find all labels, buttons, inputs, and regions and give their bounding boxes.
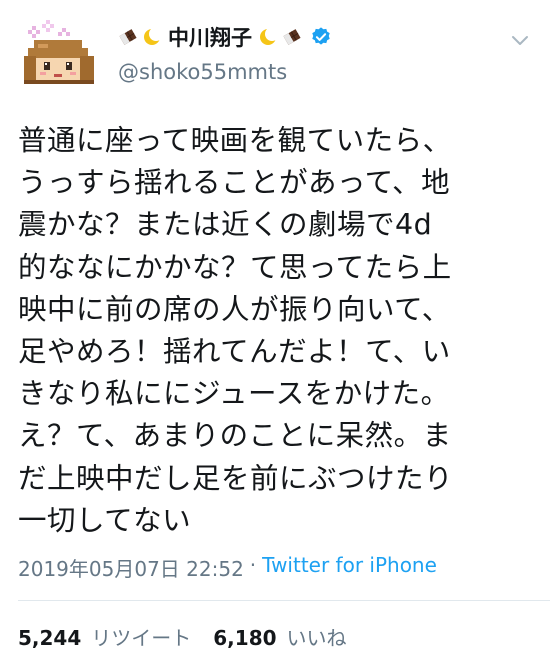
retweets-count[interactable]: 5,244 [18, 626, 81, 650]
likes-count[interactable]: 6,180 [213, 626, 276, 650]
verified-badge-icon [312, 27, 330, 45]
avatar[interactable] [18, 16, 100, 98]
likes-label[interactable]: いいね [287, 622, 347, 651]
divider [18, 600, 550, 601]
chevron-down-icon[interactable] [508, 28, 532, 52]
tweet-source-link[interactable]: Twitter for iPhone [262, 553, 437, 582]
chocolate-bar-icon [283, 29, 301, 45]
tweet-timestamp[interactable]: 2019年05月07日 22:52 [18, 553, 244, 582]
display-name[interactable]: 中川翔子 [168, 22, 252, 52]
pixel-art-avatar-icon [24, 20, 94, 84]
meta-separator: · [249, 553, 257, 577]
tweet-meta: 2019年05月07日 22:52 · Twitter for iPhone [18, 553, 437, 582]
tweet-stats: 5,244 リツイート 6,180 いいね [18, 622, 359, 651]
retweets-label[interactable]: リツイート [91, 622, 191, 651]
chocolate-bar-icon [119, 29, 137, 45]
user-handle[interactable]: @shoko55mmts [118, 60, 287, 84]
display-name-row[interactable]: 中川翔子 [118, 22, 332, 52]
crescent-moon-icon [144, 27, 162, 45]
tweet-text: 普通に座って映画を観ていたら、 うっすら揺れることがあって、地 震かな？または近… [18, 124, 454, 537]
crescent-moon-icon [260, 27, 278, 45]
